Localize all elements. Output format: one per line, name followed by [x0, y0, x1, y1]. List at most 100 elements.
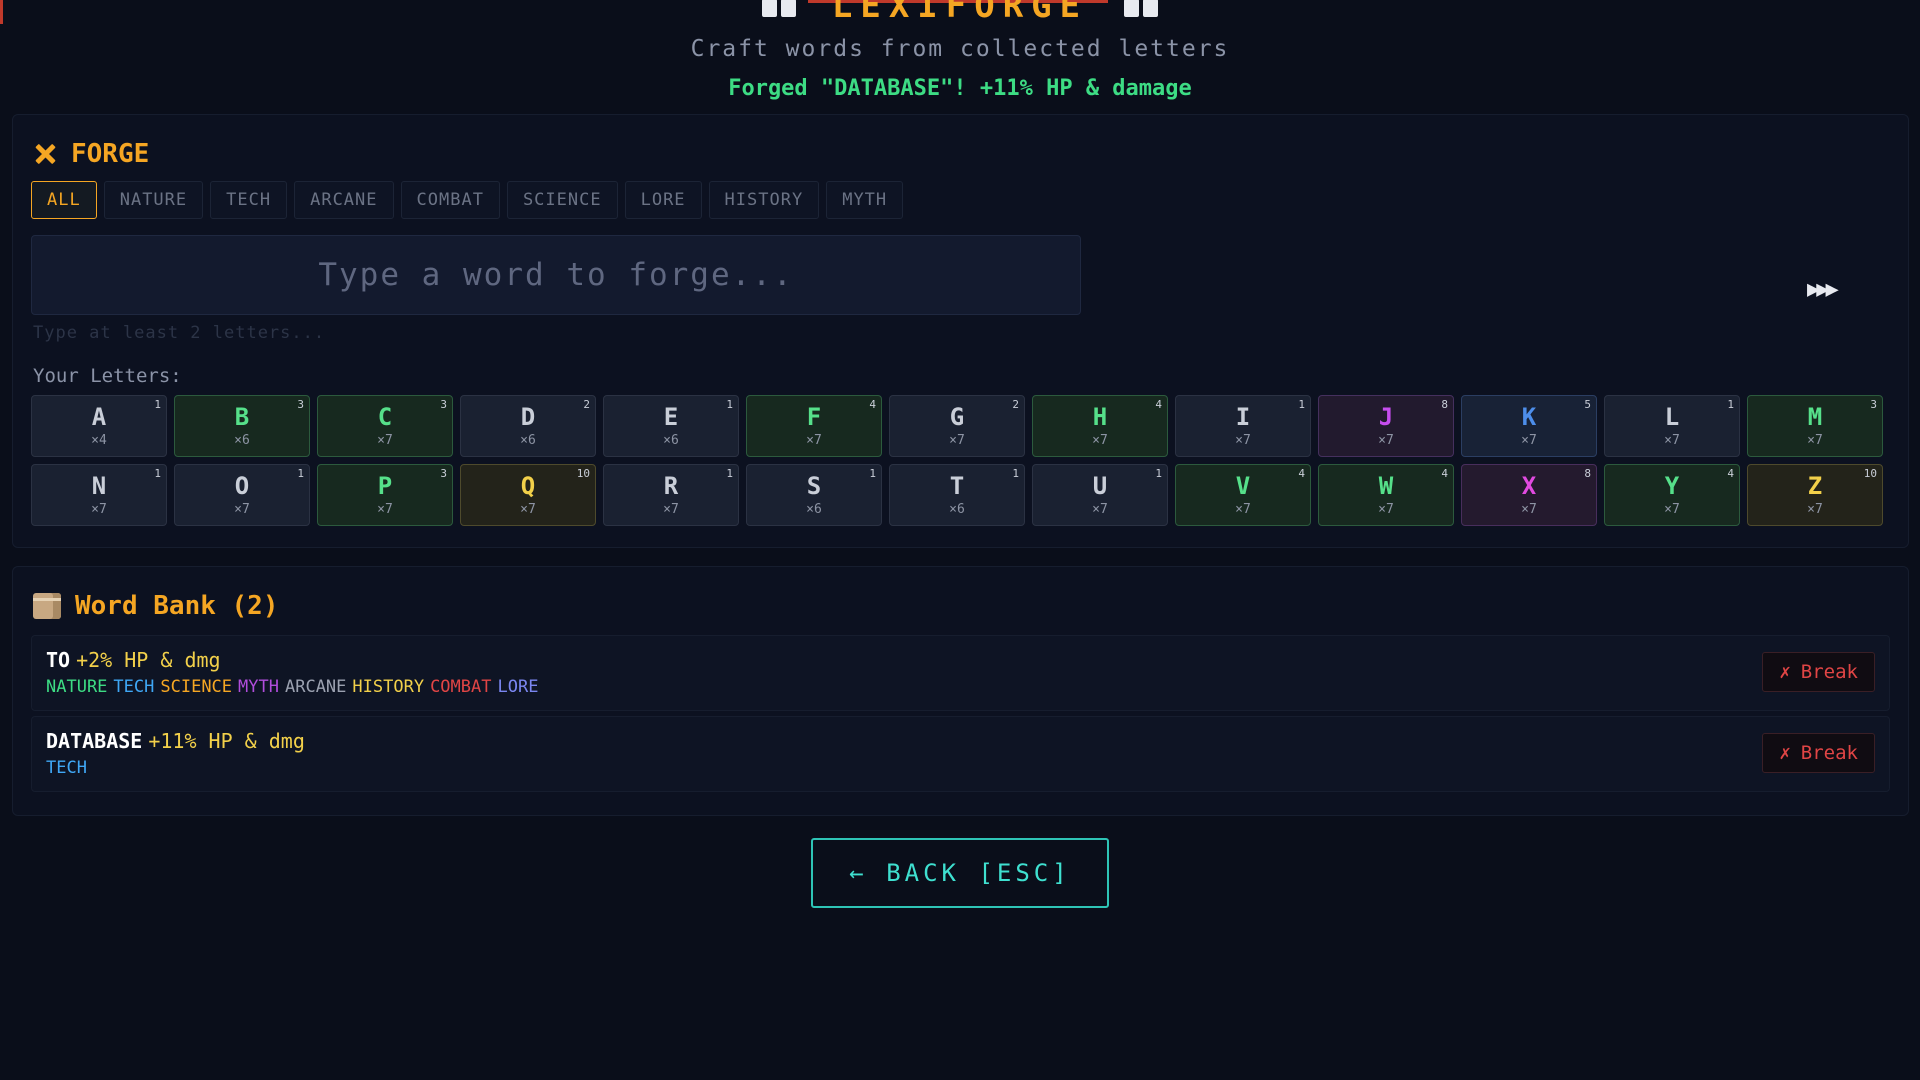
- word-input[interactable]: [31, 235, 1081, 315]
- letter-tile-f[interactable]: F ×7 4: [746, 395, 882, 457]
- word-categories: NATURE TECH SCIENCE MYTH ARCANE HISTORY COMBAT…: [46, 677, 538, 697]
- letter-points: 4: [1155, 398, 1162, 411]
- letter-points: 1: [726, 467, 733, 480]
- letter-tile-g[interactable]: G ×7 2: [889, 395, 1025, 457]
- letter-points: 10: [1863, 467, 1877, 480]
- letter-count: ×7: [1521, 502, 1537, 517]
- letter-tile-o[interactable]: O ×7 1: [174, 464, 310, 526]
- letter-char: M: [1807, 403, 1823, 431]
- tab-arcane[interactable]: ARCANE: [294, 181, 394, 219]
- letter-char: Z: [1807, 472, 1823, 500]
- letter-count: ×7: [1807, 502, 1823, 517]
- letter-tile-l[interactable]: L ×7 1: [1604, 395, 1740, 457]
- word-bank-row: TO +2% HP & dmg NATURE TECH SCIENCE MYTH ARCAN…: [31, 635, 1890, 711]
- letter-tile-a[interactable]: A ×4 1: [31, 395, 167, 457]
- x-icon: ✗: [1779, 661, 1791, 683]
- letter-points: 3: [297, 398, 304, 411]
- category-tag-tech: TECH: [113, 677, 155, 697]
- forge-title: FORGE: [71, 139, 150, 169]
- letter-tile-h[interactable]: H ×7 4: [1032, 395, 1168, 457]
- letter-tile-r[interactable]: R ×7 1: [603, 464, 739, 526]
- break-label: Break: [1800, 661, 1858, 683]
- letter-tile-w[interactable]: W ×7 4: [1318, 464, 1454, 526]
- letter-char: Q: [520, 472, 536, 500]
- letter-grid: A ×4 1 B ×6 3 C ×7 3 D ×6 2 E ×6 1 F ×7 4 G ×7 2 H ×7 4 I ×7 1 J ×7 8…: [31, 395, 1890, 526]
- letter-char: V: [1235, 472, 1251, 500]
- category-tag-combat: COMBAT: [430, 677, 492, 697]
- letter-count: ×6: [520, 433, 536, 448]
- tab-myth[interactable]: MYTH: [826, 181, 904, 219]
- letter-tile-i[interactable]: I ×7 1: [1175, 395, 1311, 457]
- word-line: DATABASE +11% HP & dmg: [46, 729, 305, 753]
- letter-char: N: [91, 472, 107, 500]
- hammer-icon: [33, 142, 57, 166]
- letter-count: ×7: [1664, 433, 1680, 448]
- letter-tile-b[interactable]: B ×6 3: [174, 395, 310, 457]
- break-button[interactable]: ✗ Break: [1762, 652, 1875, 692]
- tab-history[interactable]: HISTORY: [708, 181, 820, 219]
- word-bank-row: DATABASE +11% HP & dmg TECH ✗ Break: [31, 716, 1890, 792]
- letter-count: ×6: [806, 502, 822, 517]
- letter-tile-z[interactable]: Z ×7 10: [1747, 464, 1883, 526]
- forge-header: FORGE: [33, 139, 149, 169]
- letter-points: 1: [1727, 398, 1734, 411]
- letter-points: 3: [440, 467, 447, 480]
- letter-points: 1: [154, 467, 161, 480]
- tab-science[interactable]: SCIENCE: [506, 181, 618, 219]
- letter-tile-k[interactable]: K ×7 5: [1461, 395, 1597, 457]
- letter-tile-e[interactable]: E ×6 1: [603, 395, 739, 457]
- word-bank-title: Word Bank (2): [75, 591, 279, 621]
- letter-points: 1: [154, 398, 161, 411]
- break-label: Break: [1800, 742, 1858, 764]
- tab-combat[interactable]: COMBAT: [400, 181, 500, 219]
- category-tag-history: HISTORY: [352, 677, 425, 697]
- letter-char: O: [234, 472, 250, 500]
- break-button[interactable]: ✗ Break: [1762, 733, 1875, 773]
- word-bank-panel: Word Bank (2) TO +2% HP & dmg NATURE TECH SC…: [12, 566, 1909, 816]
- letter-points: 1: [1155, 467, 1162, 480]
- letter-tile-u[interactable]: U ×7 1: [1032, 464, 1168, 526]
- word-categories: TECH: [46, 758, 87, 778]
- title-row: LEXIFORGE: [0, 0, 1920, 26]
- letter-count: ×7: [663, 502, 679, 517]
- tab-nature[interactable]: NATURE: [103, 181, 204, 219]
- category-tabs: ALL NATURE TECH ARCANE COMBAT SCIENCE LORE HIST…: [31, 181, 904, 219]
- category-tag-science: SCIENCE: [160, 677, 233, 697]
- letter-tile-j[interactable]: J ×7 8: [1318, 395, 1454, 457]
- letter-count: ×7: [1092, 433, 1108, 448]
- letter-tile-t[interactable]: T ×6 1: [889, 464, 1025, 526]
- input-hint: Type at least 2 letters...: [33, 323, 326, 343]
- letter-tile-y[interactable]: Y ×7 4: [1604, 464, 1740, 526]
- tab-tech[interactable]: TECH: [210, 181, 288, 219]
- letter-char: G: [949, 403, 965, 431]
- word-bonus: +2% HP & dmg: [76, 648, 221, 672]
- letter-points: 3: [440, 398, 447, 411]
- letter-points: 8: [1584, 467, 1591, 480]
- back-button[interactable]: ← BACK [ESC]: [811, 838, 1109, 908]
- letter-tile-s[interactable]: S ×6 1: [746, 464, 882, 526]
- letter-char: C: [377, 403, 393, 431]
- letter-tile-q[interactable]: Q ×7 10: [460, 464, 596, 526]
- letter-points: 1: [869, 467, 876, 480]
- letter-tile-v[interactable]: V ×7 4: [1175, 464, 1311, 526]
- letter-char: T: [949, 472, 965, 500]
- letter-char: K: [1521, 403, 1537, 431]
- tab-lore[interactable]: LORE: [624, 181, 702, 219]
- word-line: TO +2% HP & dmg: [46, 648, 221, 672]
- letter-tile-c[interactable]: C ×7 3: [317, 395, 453, 457]
- letter-count: ×6: [949, 502, 965, 517]
- letter-count: ×7: [520, 502, 536, 517]
- tab-all[interactable]: ALL: [31, 181, 97, 219]
- letter-count: ×7: [806, 433, 822, 448]
- category-tag-tech: TECH: [46, 758, 87, 778]
- letter-tile-x[interactable]: X ×7 8: [1461, 464, 1597, 526]
- letter-char: L: [1664, 403, 1680, 431]
- letter-tile-n[interactable]: N ×7 1: [31, 464, 167, 526]
- letter-count: ×7: [1807, 433, 1823, 448]
- letter-tile-p[interactable]: P ×7 3: [317, 464, 453, 526]
- forge-panel: FORGE ALL NATURE TECH ARCANE COMBAT SCIENCE LO…: [12, 114, 1909, 548]
- letter-tile-m[interactable]: M ×7 3: [1747, 395, 1883, 457]
- letter-count: ×7: [234, 502, 250, 517]
- letter-char: W: [1378, 472, 1394, 500]
- letter-tile-d[interactable]: D ×6 2: [460, 395, 596, 457]
